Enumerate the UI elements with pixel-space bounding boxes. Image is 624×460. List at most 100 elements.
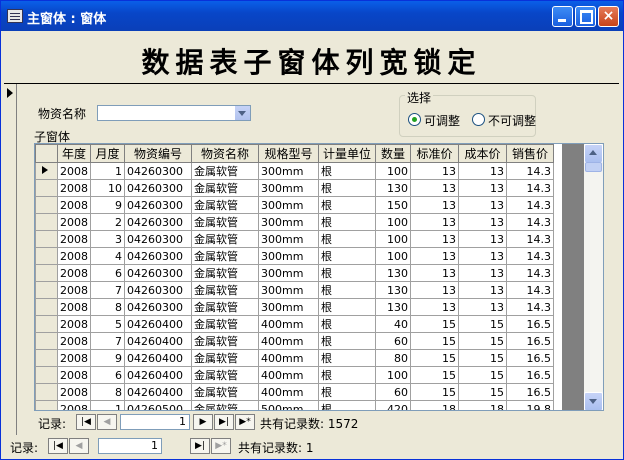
column-header[interactable]: 计量单位 xyxy=(318,144,376,163)
table-cell[interactable]: 04260300 xyxy=(124,281,192,299)
table-cell[interactable]: 400mm xyxy=(258,315,319,333)
minimize-icon[interactable] xyxy=(552,6,573,27)
table-cell[interactable]: 金属软管 xyxy=(191,366,259,384)
table-cell[interactable]: 2008 xyxy=(57,264,91,282)
row-selector[interactable] xyxy=(35,366,58,384)
table-cell[interactable]: 2008 xyxy=(57,383,91,401)
select-all-corner[interactable] xyxy=(35,144,58,163)
close-icon[interactable]: × xyxy=(598,6,619,27)
table-row[interactable]: 2008 2 04260300 金属软管 300mm 根 100 13 13 14.3 xyxy=(35,213,554,231)
new-record-icon[interactable]: ▶* xyxy=(211,438,231,454)
table-cell[interactable]: 根 xyxy=(318,366,376,384)
table-cell[interactable]: 根 xyxy=(318,281,376,299)
table-cell[interactable]: 100 xyxy=(375,247,411,265)
main-record-number[interactable]: 1 xyxy=(98,438,162,454)
table-cell[interactable]: 15 xyxy=(410,332,459,350)
table-cell[interactable]: 13 xyxy=(458,196,507,214)
table-cell[interactable]: 13 xyxy=(458,298,507,316)
table-cell[interactable]: 13 xyxy=(410,196,459,214)
table-cell[interactable]: 14.3 xyxy=(506,230,554,248)
table-cell[interactable]: 金属软管 xyxy=(191,196,259,214)
table-row[interactable]: 2008 1 04260500 金属软管 500mm 根 420 18 18 19.8 xyxy=(35,400,554,410)
table-cell[interactable]: 2008 xyxy=(57,247,91,265)
column-header[interactable]: 成本价 xyxy=(458,144,507,163)
table-cell[interactable]: 300mm xyxy=(258,213,319,231)
table-cell[interactable]: 2008 xyxy=(57,230,91,248)
table-cell[interactable]: 300mm xyxy=(258,230,319,248)
table-cell[interactable]: 19.8 xyxy=(506,400,554,410)
table-cell[interactable]: 6 xyxy=(90,366,125,384)
table-cell[interactable]: 15 xyxy=(410,383,459,401)
table-cell[interactable]: 5 xyxy=(90,315,125,333)
table-cell[interactable]: 15 xyxy=(410,349,459,367)
table-cell[interactable]: 04260300 xyxy=(124,230,192,248)
row-selector[interactable] xyxy=(35,264,58,282)
prev-record-icon[interactable]: ◀ xyxy=(97,414,117,430)
table-cell[interactable]: 60 xyxy=(375,383,411,401)
row-selector[interactable] xyxy=(35,349,58,367)
table-cell[interactable]: 根 xyxy=(318,162,376,180)
table-cell[interactable]: 金属软管 xyxy=(191,383,259,401)
table-cell[interactable]: 根 xyxy=(318,230,376,248)
table-cell[interactable]: 13 xyxy=(458,264,507,282)
table-cell[interactable]: 2008 xyxy=(57,400,91,410)
new-record-icon[interactable]: ▶* xyxy=(235,414,255,430)
table-cell[interactable]: 根 xyxy=(318,298,376,316)
table-cell[interactable]: 金属软管 xyxy=(191,298,259,316)
table-cell[interactable]: 16.5 xyxy=(506,332,554,350)
table-row[interactable]: 2008 6 04260300 金属软管 300mm 根 130 13 13 14.3 xyxy=(35,264,554,282)
row-selector[interactable] xyxy=(35,332,58,350)
table-cell[interactable]: 根 xyxy=(318,247,376,265)
table-row[interactable]: 2008 6 04260400 金属软管 400mm 根 100 15 15 16.5 xyxy=(35,366,554,384)
row-selector[interactable] xyxy=(35,281,58,299)
table-cell[interactable]: 16.5 xyxy=(506,349,554,367)
first-record-icon[interactable]: |◀ xyxy=(48,438,68,454)
table-cell[interactable]: 04260500 xyxy=(124,400,192,410)
table-cell[interactable]: 13 xyxy=(410,230,459,248)
table-cell[interactable]: 04260400 xyxy=(124,366,192,384)
table-cell[interactable]: 100 xyxy=(375,230,411,248)
table-cell[interactable]: 金属软管 xyxy=(191,179,259,197)
table-cell[interactable]: 04260300 xyxy=(124,264,192,282)
table-cell[interactable]: 04260400 xyxy=(124,315,192,333)
table-cell[interactable]: 300mm xyxy=(258,162,319,180)
radio-adjustable[interactable] xyxy=(408,113,421,126)
table-cell[interactable]: 13 xyxy=(458,281,507,299)
table-cell[interactable]: 2008 xyxy=(57,281,91,299)
column-header[interactable]: 物资编号 xyxy=(124,144,192,163)
table-cell[interactable]: 300mm xyxy=(258,179,319,197)
table-cell[interactable]: 13 xyxy=(410,281,459,299)
row-selector[interactable] xyxy=(35,196,58,214)
table-cell[interactable]: 8 xyxy=(90,383,125,401)
vertical-scrollbar[interactable] xyxy=(584,144,603,410)
table-cell[interactable]: 300mm xyxy=(258,196,319,214)
table-cell[interactable]: 13 xyxy=(458,213,507,231)
next-record-icon[interactable]: ▶ xyxy=(193,414,213,430)
table-cell[interactable]: 300mm xyxy=(258,281,319,299)
scroll-thumb[interactable] xyxy=(585,162,602,172)
table-cell[interactable]: 04260400 xyxy=(124,332,192,350)
table-row[interactable]: 2008 3 04260300 金属软管 300mm 根 100 13 13 14.3 xyxy=(35,230,554,248)
table-cell[interactable]: 金属软管 xyxy=(191,264,259,282)
table-cell[interactable]: 2008 xyxy=(57,366,91,384)
table-cell[interactable]: 10 xyxy=(90,179,125,197)
table-cell[interactable]: 根 xyxy=(318,264,376,282)
table-cell[interactable]: 6 xyxy=(90,264,125,282)
table-cell[interactable]: 金属软管 xyxy=(191,281,259,299)
table-cell[interactable]: 15 xyxy=(410,366,459,384)
table-row[interactable]: 2008 4 04260300 金属软管 300mm 根 100 13 13 14.3 xyxy=(35,247,554,265)
table-row[interactable]: 2008 1 04260300 金属软管 300mm 根 100 13 13 14.3 xyxy=(35,162,554,180)
table-cell[interactable]: 1 xyxy=(90,400,125,410)
table-cell[interactable]: 2008 xyxy=(57,213,91,231)
column-header[interactable]: 规格型号 xyxy=(258,144,319,163)
table-cell[interactable]: 14.3 xyxy=(506,281,554,299)
column-header[interactable]: 销售价 xyxy=(506,144,554,163)
table-row[interactable]: 2008 9 04260400 金属软管 400mm 根 80 15 15 16.5 xyxy=(35,349,554,367)
table-cell[interactable]: 14.3 xyxy=(506,264,554,282)
row-selector[interactable] xyxy=(35,230,58,248)
scroll-down-icon[interactable] xyxy=(584,392,603,410)
table-cell[interactable]: 400mm xyxy=(258,349,319,367)
table-cell[interactable]: 金属软管 xyxy=(191,230,259,248)
table-cell[interactable]: 500mm xyxy=(258,400,319,410)
table-cell[interactable]: 13 xyxy=(410,213,459,231)
